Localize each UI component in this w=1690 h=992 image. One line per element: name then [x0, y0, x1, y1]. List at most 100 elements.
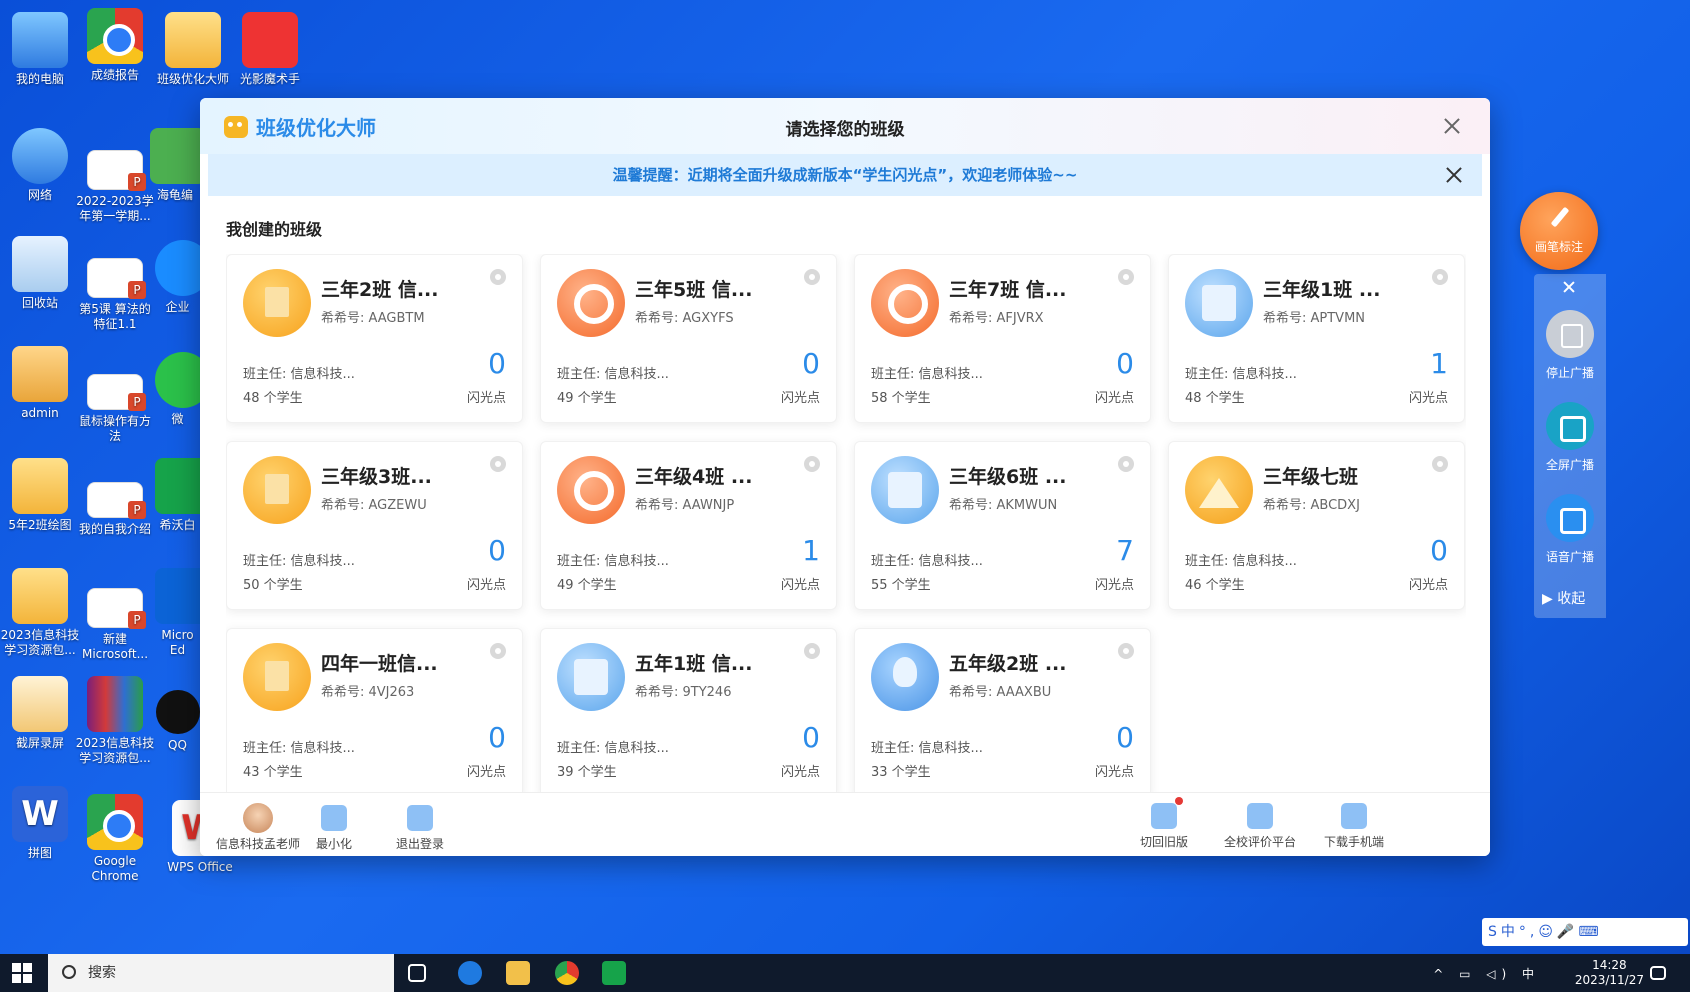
edge-taskbar-icon[interactable]	[458, 961, 482, 985]
start-button[interactable]	[12, 963, 32, 983]
book-icon	[243, 456, 311, 524]
desktop-icon-seewo[interactable]: 希沃白	[155, 458, 200, 533]
desktop-icon-puzzle[interactable]: W 拼图	[0, 786, 80, 861]
settings-gear-icon[interactable]	[1118, 269, 1134, 285]
platform-icon	[1247, 803, 1273, 829]
desktop-icon-ppt-lesson5[interactable]: 第5课 算法的特征1.1	[75, 258, 155, 332]
turtle-icon	[150, 128, 200, 184]
panel-close-icon[interactable]	[1562, 280, 1576, 294]
points-count: 0	[802, 721, 820, 754]
class-card[interactable]: 三年级4班 ... 希希号: AAWNJP 班主任: 信息科技... 49 个学…	[540, 441, 837, 610]
ime-toolbar[interactable]: S中°,☺🎤⌨	[1482, 918, 1688, 946]
desktop-icon-google-chrome[interactable]: Google Chrome	[75, 794, 155, 884]
speaker-icon	[1546, 494, 1594, 542]
seewo-taskbar-icon[interactable]	[602, 961, 626, 985]
enterprise-icon	[155, 240, 200, 296]
settings-gear-icon[interactable]	[1432, 269, 1448, 285]
desktop-icon-enterprise[interactable]: 企业	[155, 240, 200, 315]
student-count: 39 个学生	[557, 765, 617, 780]
class-name: 三年级七班	[1263, 466, 1359, 488]
search-icon	[557, 269, 625, 337]
desktop-icon-chrome-report[interactable]: 成绩报告	[75, 8, 155, 83]
class-card[interactable]: 三年2班 信... 希希号: AAGBTM 班主任: 信息科技... 48 个学…	[226, 254, 523, 423]
desktop-icon-5-2-drawing[interactable]: 5年2班绘图	[0, 458, 80, 533]
desktop-icon-admin[interactable]: admin	[0, 346, 80, 421]
settings-gear-icon[interactable]	[804, 643, 820, 659]
desktop-icon-my-computer[interactable]: 我的电脑	[0, 12, 80, 87]
school-platform-button[interactable]: 全校评价平台	[1224, 803, 1296, 850]
settings-gear-icon[interactable]	[490, 269, 506, 285]
settings-gear-icon[interactable]	[804, 456, 820, 472]
system-tray[interactable]: ^ ▭ ◁) 中	[1433, 965, 1540, 982]
notification-icon[interactable]	[1650, 966, 1666, 980]
stop-broadcast-button[interactable]: 停止广播	[1534, 310, 1606, 381]
points-unit: 闪光点	[466, 765, 506, 780]
notice-close-icon[interactable]	[1444, 165, 1464, 185]
class-master-icon	[165, 12, 221, 68]
taskbar-clock[interactable]: 14:28 2023/11/27	[1575, 958, 1644, 988]
desktop-icon-network[interactable]: 网络	[0, 128, 80, 203]
download-app-button[interactable]: 下载手机端	[1324, 803, 1384, 850]
minimize-button[interactable]: 最小化	[316, 805, 352, 852]
class-card[interactable]: 三年级七班 希希号: ABCDXJ 班主任: 信息科技... 46 个学生 0 …	[1168, 441, 1465, 610]
ppt-icon	[87, 258, 146, 299]
minimize-icon	[321, 805, 347, 831]
settings-gear-icon[interactable]	[1118, 643, 1134, 659]
voice-broadcast-button[interactable]: 语音广播	[1534, 494, 1606, 565]
calculator-icon	[1185, 269, 1253, 337]
settings-gear-icon[interactable]	[804, 269, 820, 285]
class-card[interactable]: 三年级1班 ... 希希号: APTVMN 班主任: 信息科技... 48 个学…	[1168, 254, 1465, 423]
chrome-taskbar-icon[interactable]	[555, 961, 579, 985]
desktop-icon-turtle[interactable]: 海龟编	[150, 128, 200, 203]
class-card[interactable]: 三年级6班 ... 希希号: AKMWUN 班主任: 信息科技... 55 个学…	[854, 441, 1151, 610]
settings-gear-icon[interactable]	[1432, 456, 1448, 472]
settings-gear-icon[interactable]	[490, 456, 506, 472]
desktop-icon-edge[interactable]: Micro Ed	[155, 568, 200, 658]
desktop-icon-mouse-ppt[interactable]: 鼠标操作有方法	[75, 374, 155, 444]
desktop-icon-resource-pack[interactable]: 2023信息科技学习资源包...	[0, 568, 80, 658]
settings-gear-icon[interactable]	[1118, 456, 1134, 472]
desktop-icon-screen-record[interactable]: 截屏录屏	[0, 676, 80, 751]
desktop-icon-photo-magic[interactable]: 光影魔术手	[230, 12, 310, 87]
fullscreen-broadcast-button[interactable]: 全屏广播	[1534, 402, 1606, 473]
class-card[interactable]: 四年一班信... 希希号: 4VJ263 班主任: 信息科技... 43 个学生…	[226, 628, 523, 792]
desktop-icon-class-master[interactable]: 班级优化大师	[153, 12, 233, 87]
class-code: 希希号: ABCDXJ	[1263, 498, 1360, 513]
settings-gear-icon[interactable]	[490, 643, 506, 659]
class-card[interactable]: 三年5班 信... 希希号: AGXYFS 班主任: 信息科技... 49 个学…	[540, 254, 837, 423]
desktop-icon-recycle-bin[interactable]: 回收站	[0, 236, 80, 311]
class-code: 希希号: AGZEWU	[321, 498, 427, 513]
collapse-button[interactable]: ▶ 收起	[1542, 588, 1585, 608]
switch-old-version-button[interactable]: 切回旧版	[1140, 797, 1188, 850]
class-code: 希希号: 4VJ263	[321, 685, 415, 700]
desktop-icon-new-microsoft[interactable]: 新建 Microsoft...	[75, 588, 155, 662]
ruler-icon	[1185, 456, 1253, 524]
user-folder-icon	[12, 346, 68, 402]
points-count: 0	[1116, 721, 1134, 754]
class-card[interactable]: 三年7班 信... 希希号: AFJVRX 班主任: 信息科技... 58 个学…	[854, 254, 1151, 423]
class-teacher: 班主任: 信息科技...	[871, 741, 983, 756]
class-card[interactable]: 三年级3班... 希希号: AGZEWU 班主任: 信息科技... 50 个学生…	[226, 441, 523, 610]
student-count: 43 个学生	[243, 765, 303, 780]
class-card[interactable]: 五年1班 信... 希希号: 9TY246 班主任: 信息科技... 39 个学…	[540, 628, 837, 792]
desktop-icon-rar[interactable]: 2023信息科技学习资源包...	[75, 676, 155, 766]
points-unit: 闪光点	[1408, 578, 1448, 593]
desktop-icon-wechat[interactable]: 微	[155, 352, 200, 427]
desktop-icon-ppt-2022[interactable]: 2022-2023学年第一学期...	[75, 150, 155, 224]
user-profile-button[interactable]: 信息科技孟老师	[216, 803, 300, 852]
word-icon: W	[12, 786, 68, 842]
class-teacher: 班主任: 信息科技...	[1185, 554, 1297, 569]
brush-annotate-button[interactable]: 画笔标注	[1520, 192, 1598, 270]
class-card[interactable]: 五年级2班 ... 希希号: AAAXBU 班主任: 信息科技... 33 个学…	[854, 628, 1151, 792]
file-explorer-icon[interactable]	[506, 961, 530, 985]
book-icon	[243, 643, 311, 711]
recycle-bin-icon	[12, 236, 68, 292]
desktop-icon-self-intro[interactable]: 我的自我介绍	[75, 482, 155, 537]
task-view-icon[interactable]	[408, 964, 426, 982]
dialog-close-icon[interactable]	[1442, 116, 1462, 136]
taskbar-search[interactable]: 搜索	[48, 954, 394, 992]
fullscreen-icon	[1546, 402, 1594, 450]
logout-button[interactable]: 退出登录	[396, 805, 444, 852]
points-unit: 闪光点	[466, 391, 506, 406]
desktop-icon-qq[interactable]: QQ	[155, 690, 200, 753]
